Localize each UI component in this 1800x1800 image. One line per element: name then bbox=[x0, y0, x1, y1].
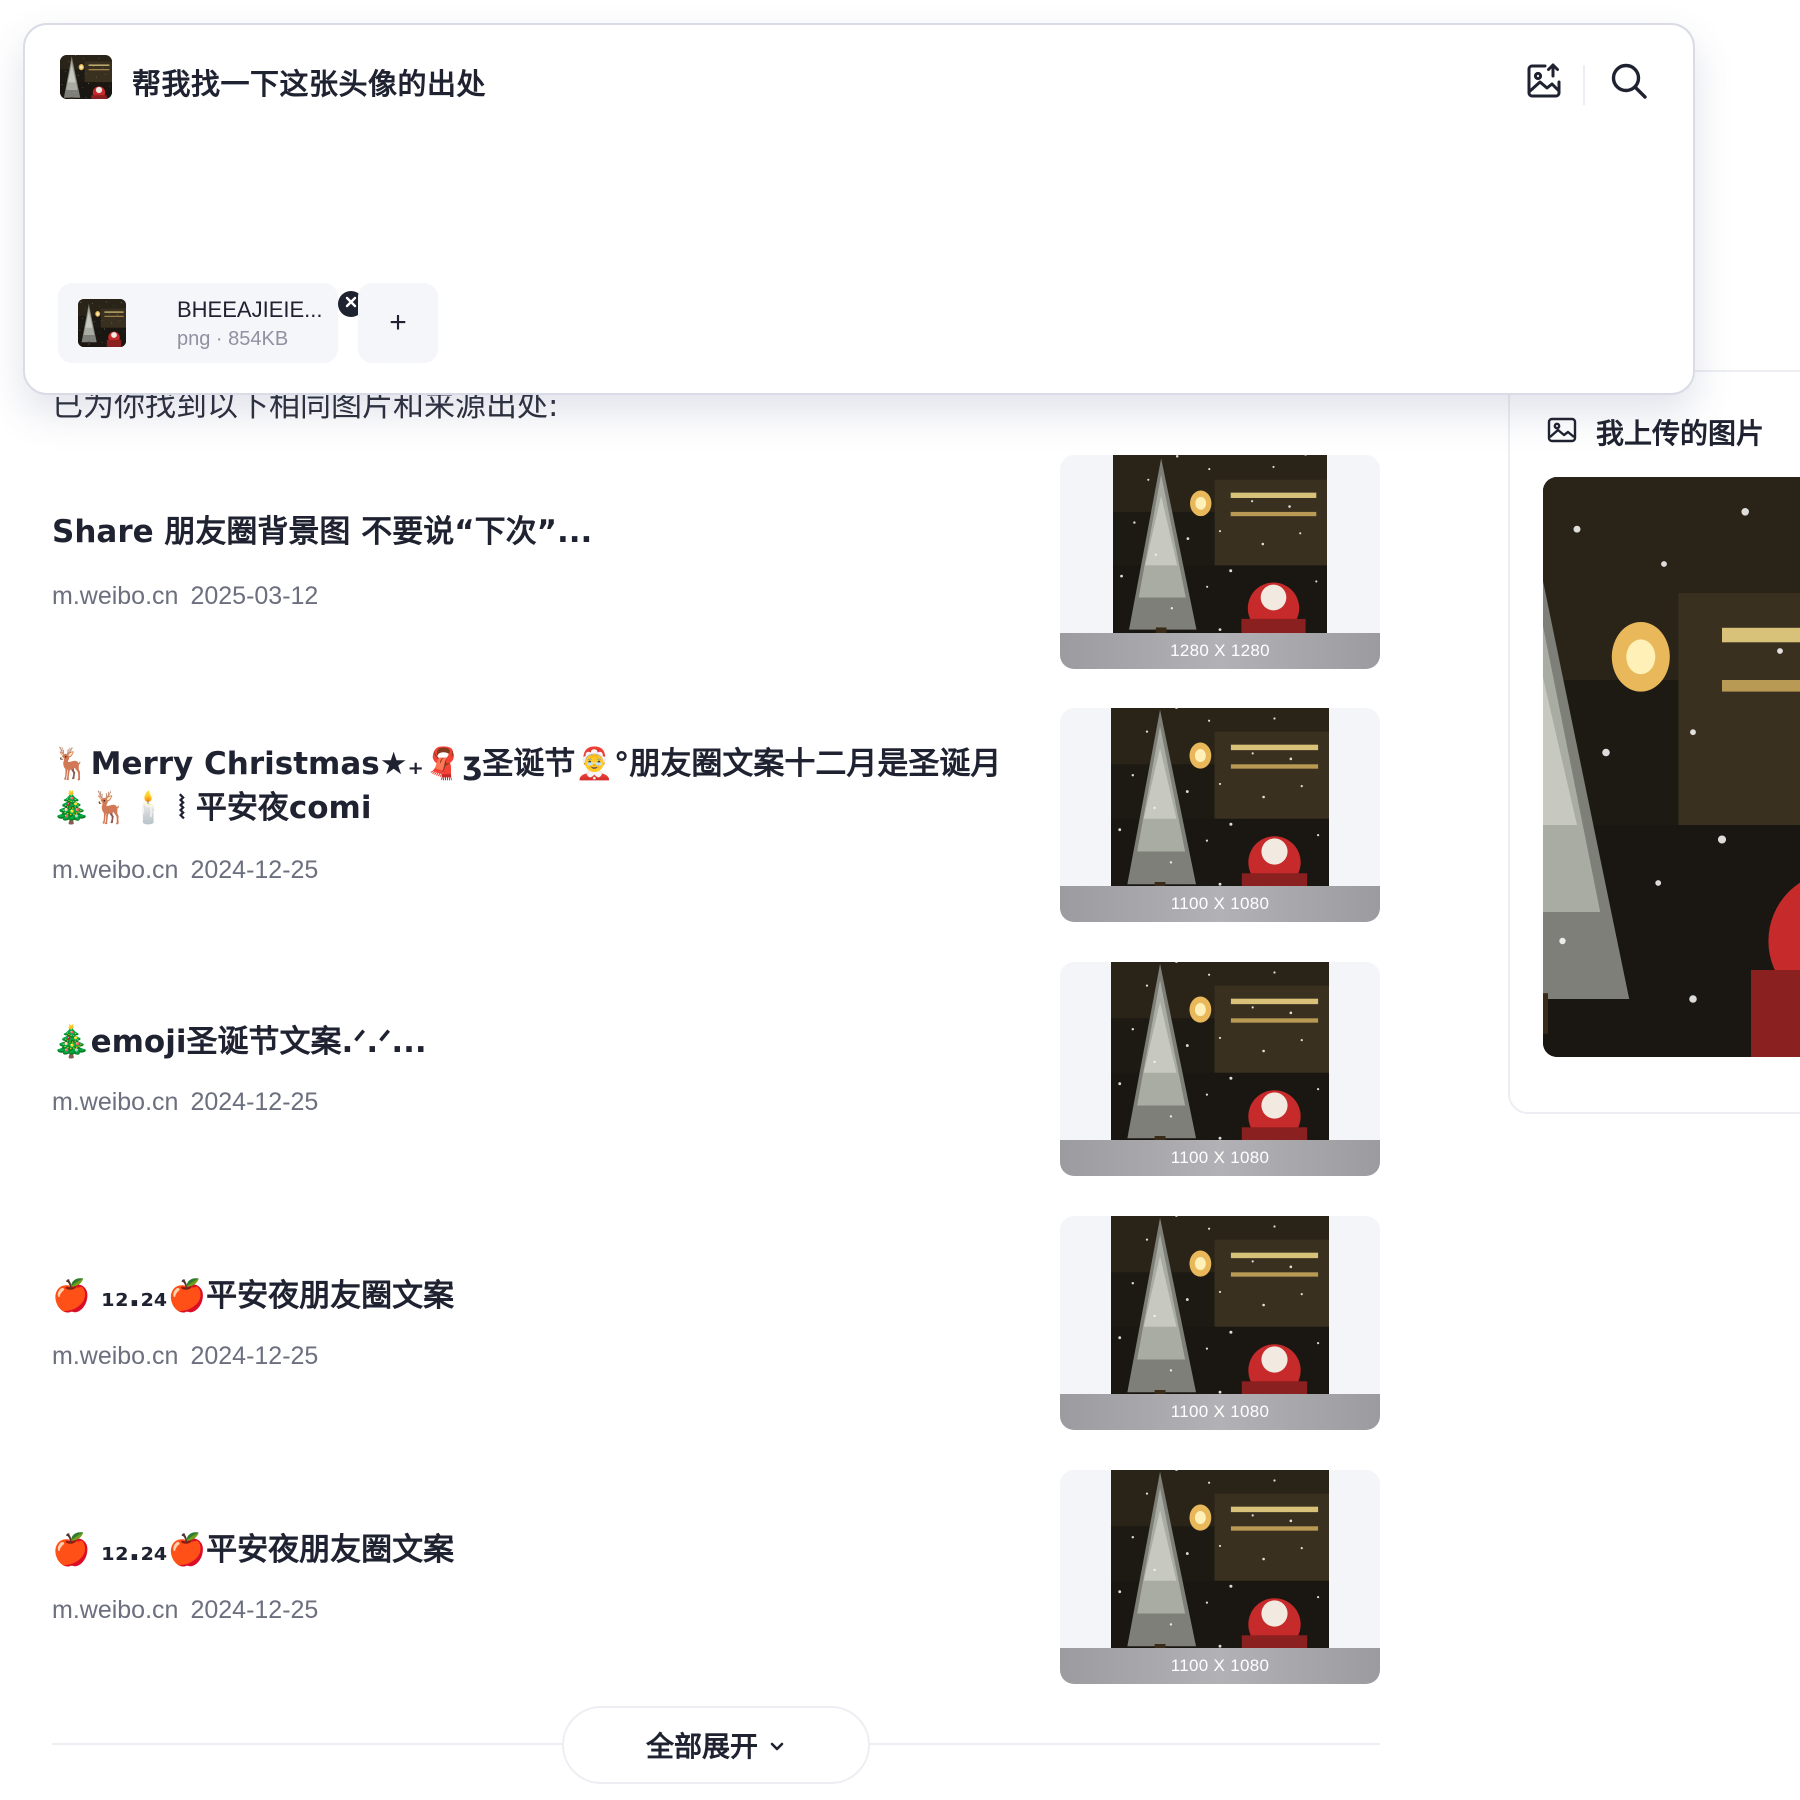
panel-header: 我上传的图片 bbox=[1546, 412, 1764, 452]
result-item[interactable]: 🍎 ₁₂.₂₄🍎平安夜朋友圈文案 m.weibo.cn 2024-12-25 11… bbox=[0, 1212, 1400, 1430]
image-upload-icon bbox=[1523, 60, 1565, 107]
result-meta: m.weibo.cn 2024-12-25 bbox=[52, 1342, 318, 1371]
result-meta: m.weibo.cn 2024-12-25 bbox=[52, 856, 318, 885]
query-image-thumbnail bbox=[60, 55, 112, 99]
result-date: 2024-12-25 bbox=[190, 856, 319, 884]
result-image bbox=[1111, 1470, 1329, 1648]
attachment-thumbnail bbox=[78, 299, 126, 347]
result-thumbnail[interactable]: 1100 X 1080 bbox=[1060, 1470, 1380, 1684]
result-thumbnail[interactable]: 1100 X 1080 bbox=[1060, 962, 1380, 1176]
image-dimensions: 1100 X 1080 bbox=[1060, 1648, 1380, 1684]
image-dimensions: 1100 X 1080 bbox=[1060, 886, 1380, 922]
result-meta: m.weibo.cn 2024-12-25 bbox=[52, 1088, 318, 1117]
image-dimensions: 1100 X 1080 bbox=[1060, 1140, 1380, 1176]
chevron-down-icon bbox=[768, 1729, 786, 1762]
image-upload-button[interactable] bbox=[1518, 57, 1570, 109]
expand-all-button[interactable]: 全部展开 bbox=[562, 1706, 870, 1784]
result-title[interactable]: 🍎 ₁₂.₂₄🍎平安夜朋友圈文案 bbox=[52, 1528, 1032, 1572]
attachment-meta: png · 854KB bbox=[177, 328, 289, 350]
search-icon bbox=[1608, 60, 1650, 107]
result-source: m.weibo.cn bbox=[52, 1088, 179, 1116]
result-image bbox=[1111, 1216, 1329, 1394]
expand-all-label: 全部展开 bbox=[645, 1730, 758, 1763]
result-meta: m.weibo.cn 2025-03-12 bbox=[52, 582, 318, 611]
query-text[interactable]: 帮我找一下这张头像的出处 bbox=[132, 61, 486, 103]
result-date: 2025-03-12 bbox=[190, 582, 319, 610]
result-thumbnail[interactable]: 1280 X 1280 bbox=[1060, 455, 1380, 669]
result-date: 2024-12-25 bbox=[190, 1088, 319, 1116]
result-item[interactable]: 🦌Merry Christmas★₊🧣ʒ圣诞节🤶°朋友圈文案十二月是圣诞月🎄🦌🕯… bbox=[0, 704, 1400, 922]
result-date: 2024-12-25 bbox=[190, 1596, 319, 1624]
uploaded-image-panel: 我上传的图片 bbox=[1508, 370, 1800, 1114]
query-box: 帮我找一下这张头像的出处 BHEEAJIEIE... png · 854KB + bbox=[23, 23, 1695, 395]
result-title[interactable]: Share 朋友圈背景图 不要说“下次”... bbox=[52, 510, 1032, 554]
result-image bbox=[1111, 708, 1329, 886]
result-title[interactable]: 🎄emoji圣诞节文案.ᐟ.ᐟ... bbox=[52, 1020, 1032, 1064]
image-dimensions: 1280 X 1280 bbox=[1060, 633, 1380, 669]
result-image bbox=[1111, 962, 1329, 1140]
attachment-name: BHEEAJIEIE... bbox=[177, 297, 323, 322]
image-dimensions: 1100 X 1080 bbox=[1060, 1394, 1380, 1430]
add-attachment-button[interactable]: + bbox=[358, 283, 438, 363]
result-item[interactable]: Share 朋友圈背景图 不要说“下次”... m.weibo.cn 2025-0… bbox=[0, 450, 1400, 669]
result-date: 2024-12-25 bbox=[190, 1342, 319, 1370]
attachment-chip[interactable]: BHEEAJIEIE... png · 854KB bbox=[58, 283, 364, 363]
uploaded-image-preview[interactable] bbox=[1543, 477, 1800, 1057]
search-button[interactable] bbox=[1603, 57, 1655, 109]
panel-title: 我上传的图片 bbox=[1596, 417, 1765, 450]
toolbar-divider bbox=[1583, 65, 1585, 105]
image-icon bbox=[1546, 414, 1578, 451]
result-source: m.weibo.cn bbox=[52, 1596, 179, 1624]
close-circle-icon bbox=[345, 295, 357, 313]
result-thumbnail[interactable]: 1100 X 1080 bbox=[1060, 1216, 1380, 1430]
result-source: m.weibo.cn bbox=[52, 856, 179, 884]
result-title[interactable]: 🦌Merry Christmas★₊🧣ʒ圣诞节🤶°朋友圈文案十二月是圣诞月🎄🦌🕯… bbox=[52, 742, 1032, 830]
result-source: m.weibo.cn bbox=[52, 582, 179, 610]
result-meta: m.weibo.cn 2024-12-25 bbox=[52, 1596, 318, 1625]
result-source: m.weibo.cn bbox=[52, 1342, 179, 1370]
result-item[interactable]: 🎄emoji圣诞节文案.ᐟ.ᐟ... m.weibo.cn 2024-12-25 … bbox=[0, 958, 1400, 1176]
result-image bbox=[1113, 455, 1327, 633]
result-thumbnail[interactable]: 1100 X 1080 bbox=[1060, 708, 1380, 922]
result-item[interactable]: 🍎 ₁₂.₂₄🍎平安夜朋友圈文案 m.weibo.cn 2024-12-25 11… bbox=[0, 1466, 1400, 1684]
result-title[interactable]: 🍎 ₁₂.₂₄🍎平安夜朋友圈文案 bbox=[52, 1274, 1032, 1318]
